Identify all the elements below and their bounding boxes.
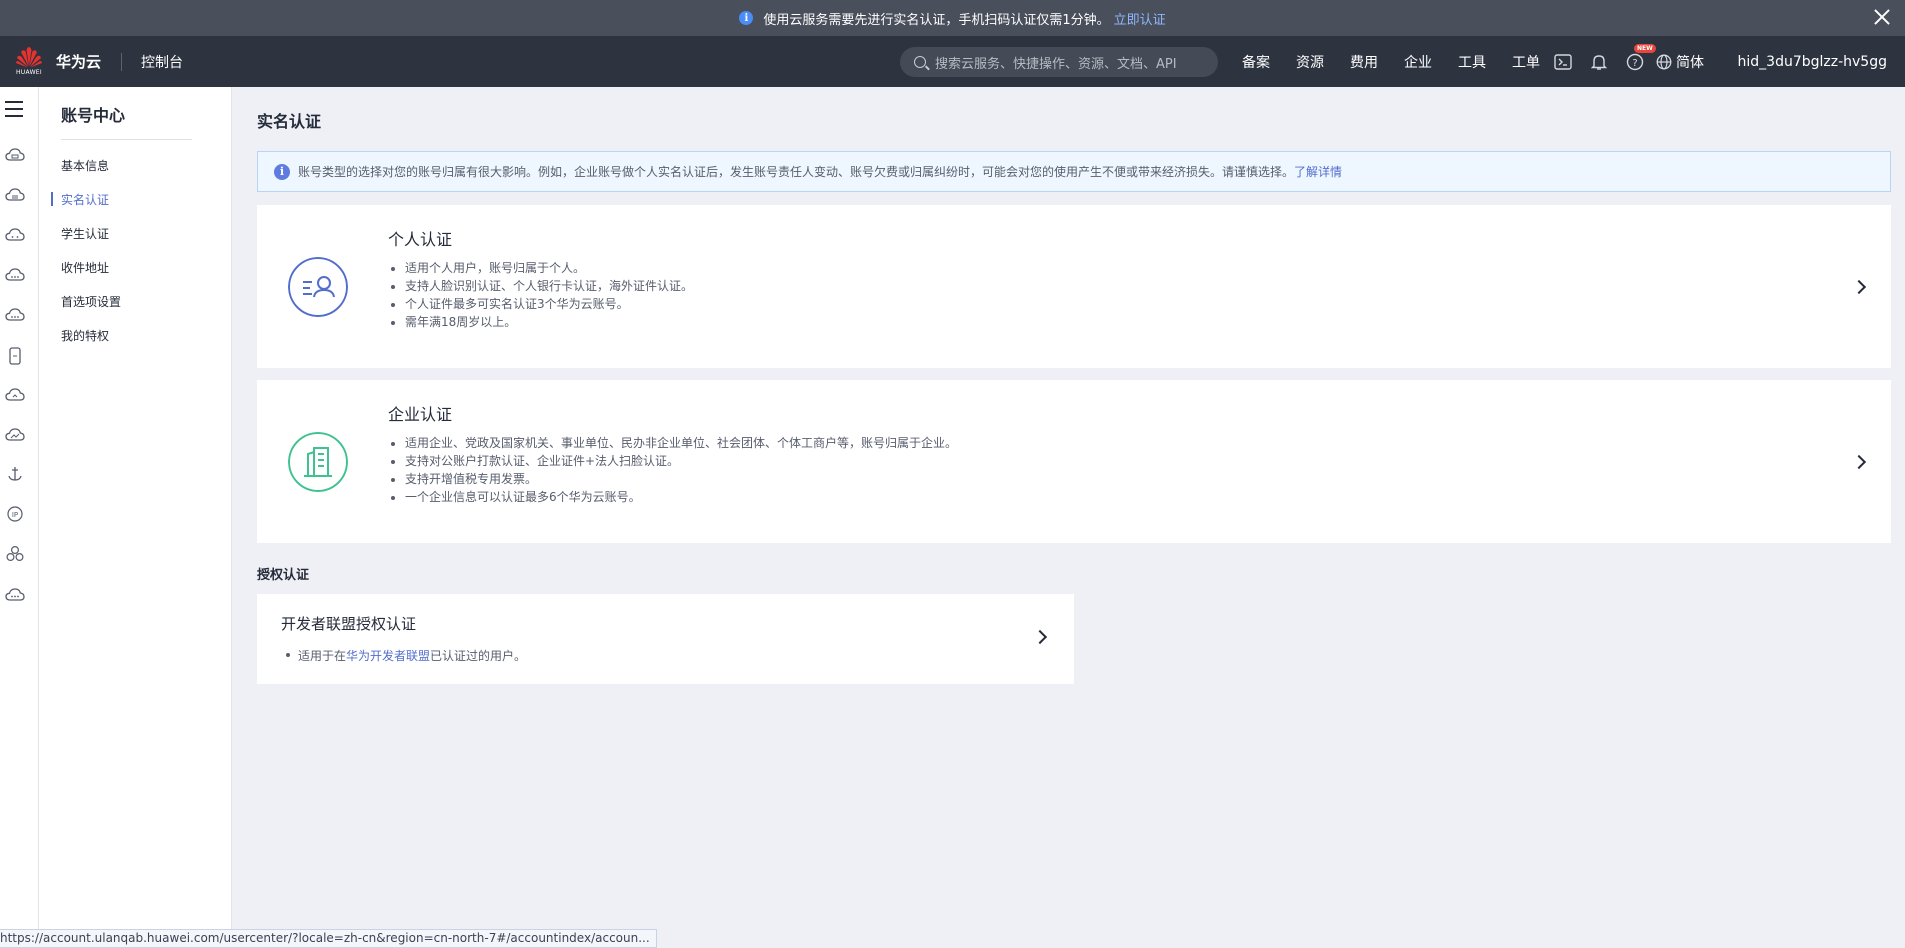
huawei-logo[interactable]: HUAWEI 华为云 [14,46,101,78]
top-header: HUAWEI 华为云 控制台 搜索云服务、快捷操作、资源、文档、API 备案 资… [0,36,1905,87]
menu-item-preferences[interactable]: 首选项设置 [61,293,121,310]
list-item: 适用企业、党政及国家机关、事业单位、民办非企业单位、社会团体、个体工商户等，账号… [405,434,957,452]
header-icons: ? NEW 简体 [1552,36,1704,87]
account-center-menu: 账号中心 基本信息 实名认证 学生认证 收件地址 首选项设置 我的特权 [39,87,232,948]
list-item: 支持开增值税专用发票。 [405,470,957,488]
developer-alliance-link[interactable]: 华为开发者联盟 [346,649,430,663]
user-account-menu[interactable]: hid_3du7bglzz-hv5gg [1738,36,1887,87]
list-item: 支持人脸识别认证、个人银行卡认证，海外证件认证。 [405,277,693,295]
device-icon[interactable] [5,347,25,365]
search-placeholder: 搜索云服务、快捷操作、资源、文档、API [935,56,1177,72]
language-switch[interactable]: 简体 [1656,52,1704,72]
nav-billing[interactable]: 费用 [1350,52,1378,72]
cluster-icon[interactable] [5,545,25,563]
nav-enterprise[interactable]: 企业 [1404,52,1432,72]
enterprise-card-bullets: 适用企业、党政及国家机关、事业单位、民办非企业单位、社会团体、个体工商户等，账号… [405,434,957,506]
alert-text: 账号类型的选择对您的账号归属有很大影响。例如，企业账号做个人实名认证后，发生账号… [298,165,1295,179]
desc-suffix: 已认证过的用户。 [430,649,527,663]
svg-text:?: ? [1632,58,1637,69]
logo-subtext: HUAWEI [16,68,42,76]
chevron-right-icon[interactable] [1032,629,1048,645]
cloud-analytics-icon[interactable] [5,427,25,443]
cloud-container-icon[interactable] [5,307,25,323]
learn-more-link[interactable]: 了解详情 [1294,163,1342,180]
list-item: 一个企业信息可以认证最多6个华为云账号。 [405,488,957,506]
developer-card-title: 开发者联盟授权认证 [281,615,417,633]
help-icon[interactable]: ? NEW [1624,43,1656,73]
nav-tools[interactable]: 工具 [1458,52,1486,72]
chevron-right-icon[interactable] [1851,279,1867,295]
enterprise-building-icon [288,432,348,492]
header-divider [121,52,123,71]
browser-status-url: https://account.ulanqab.huawei.com/userc… [0,929,657,948]
auth-section-title: 授权认证 [257,568,310,583]
search-icon [914,56,926,68]
cloud-database-icon[interactable] [5,187,25,203]
list-item: 适用个人用户，账号归属于个人。 [405,259,693,277]
hamburger-menu-icon[interactable] [5,101,23,117]
cloud-storage-icon[interactable] [5,267,25,283]
developer-card-desc: 适用于在华为开发者联盟已认证过的用户。 [285,647,527,664]
chevron-right-icon[interactable] [1851,454,1867,470]
nav-beian[interactable]: 备案 [1242,52,1270,72]
list-item: 需年满18周岁以上。 [405,313,693,331]
menu-item-address[interactable]: 收件地址 [61,259,109,276]
verify-now-link[interactable]: 立即认证 [1114,9,1166,28]
menu-active-indicator [51,192,53,206]
cloud-server-icon[interactable] [5,147,25,163]
desc-prefix: 适用于在 [298,649,347,663]
language-label: 简体 [1676,54,1704,71]
menu-item-basic-info[interactable]: 基本信息 [61,157,109,174]
header-nav: 备案 资源 费用 企业 工具 工单 [1242,36,1566,87]
cloud-network-icon[interactable] [5,227,25,243]
info-icon: i [274,163,290,180]
global-search[interactable]: 搜索云服务、快捷操作、资源、文档、API [900,47,1218,77]
cloud-more-icon[interactable] [5,587,25,603]
cloud-security-icon[interactable] [5,387,25,403]
terminal-icon[interactable] [1552,51,1574,73]
nav-resources[interactable]: 资源 [1296,52,1324,72]
list-item: 个人证件最多可实名认证3个华为云账号。 [405,295,693,313]
enterprise-verification-card[interactable]: 企业认证 适用企业、党政及国家机关、事业单位、民办非企业单位、社会团体、个体工商… [257,380,1891,543]
svg-text:IP: IP [12,511,18,519]
huawei-flower-icon: HUAWEI [14,46,44,78]
logo-text: 华为云 [56,53,102,71]
nav-tickets[interactable]: 工单 [1512,52,1540,72]
new-badge: NEW [1634,43,1656,53]
close-icon[interactable] [1871,6,1893,28]
menu-item-privileges[interactable]: 我的特权 [61,327,109,344]
menu-item-student[interactable]: 学生认证 [61,225,109,242]
menu-divider [61,139,192,140]
notice-bar: i 使用云服务需要先进行实名认证，手机扫码认证仅需1分钟。 立即认证 [0,0,1905,36]
ip-icon[interactable]: IP [5,505,25,523]
developer-auth-card[interactable]: 开发者联盟授权认证 适用于在华为开发者联盟已认证过的用户。 [257,594,1074,684]
enterprise-card-title: 企业认证 [388,405,453,424]
globe-icon [1656,54,1672,69]
notice-text: 使用云服务需要先进行实名认证，手机扫码认证仅需1分钟。 [763,12,1110,28]
info-alert: i 账号类型的选择对您的账号归属有很大影响。例如，企业账号做个人实名认证后，发生… [257,151,1891,192]
personal-card-bullets: 适用个人用户，账号归属于个人。 支持人脸识别认证、个人银行卡认证，海外证件认证。… [405,259,693,331]
personal-verification-card[interactable]: 个人认证 适用个人用户，账号归属于个人。 支持人脸识别认证、个人银行卡认证，海外… [257,205,1891,368]
list-item: 支持对公账户打款认证、企业证件+法人扫脸认证。 [405,452,957,470]
service-icon-rail: IP [0,87,39,948]
menu-item-real-name[interactable]: 实名认证 [61,191,109,208]
personal-id-icon [288,257,348,317]
menu-title: 账号中心 [61,106,126,125]
bell-icon[interactable] [1588,51,1610,73]
anchor-icon[interactable] [5,465,25,483]
personal-card-title: 个人认证 [388,230,453,249]
console-link[interactable]: 控制台 [141,52,183,72]
page-title: 实名认证 [257,112,322,131]
info-icon: i [739,11,754,25]
